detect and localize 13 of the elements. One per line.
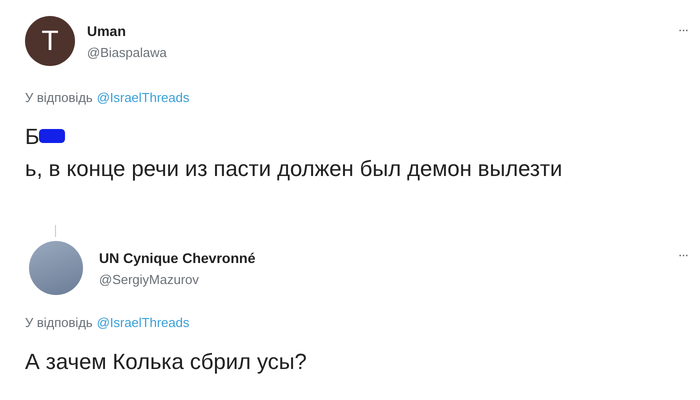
user-name[interactable]: UN Cynique Chevronné bbox=[99, 250, 678, 266]
tweet-text: вылезти bbox=[478, 156, 562, 181]
tweet-text: ь, в конце речи из пасти должен был демон bbox=[25, 156, 472, 181]
avatar[interactable]: T bbox=[25, 16, 75, 66]
user-handle[interactable]: @SergiyMazurov bbox=[99, 272, 678, 286]
user-handle[interactable]: @Biaspalawa bbox=[87, 44, 678, 60]
reply-label: У відповідь bbox=[25, 90, 93, 105]
reply-label: У відповідь bbox=[25, 315, 93, 330]
tweet-text: Б bbox=[25, 124, 40, 149]
tweet-text: А зачем Колька сбрил усы? bbox=[25, 349, 307, 374]
more-button[interactable]: ··· bbox=[678, 22, 688, 37]
user-name[interactable]: Uman bbox=[87, 22, 678, 38]
more-button[interactable]: ··· bbox=[678, 247, 688, 262]
